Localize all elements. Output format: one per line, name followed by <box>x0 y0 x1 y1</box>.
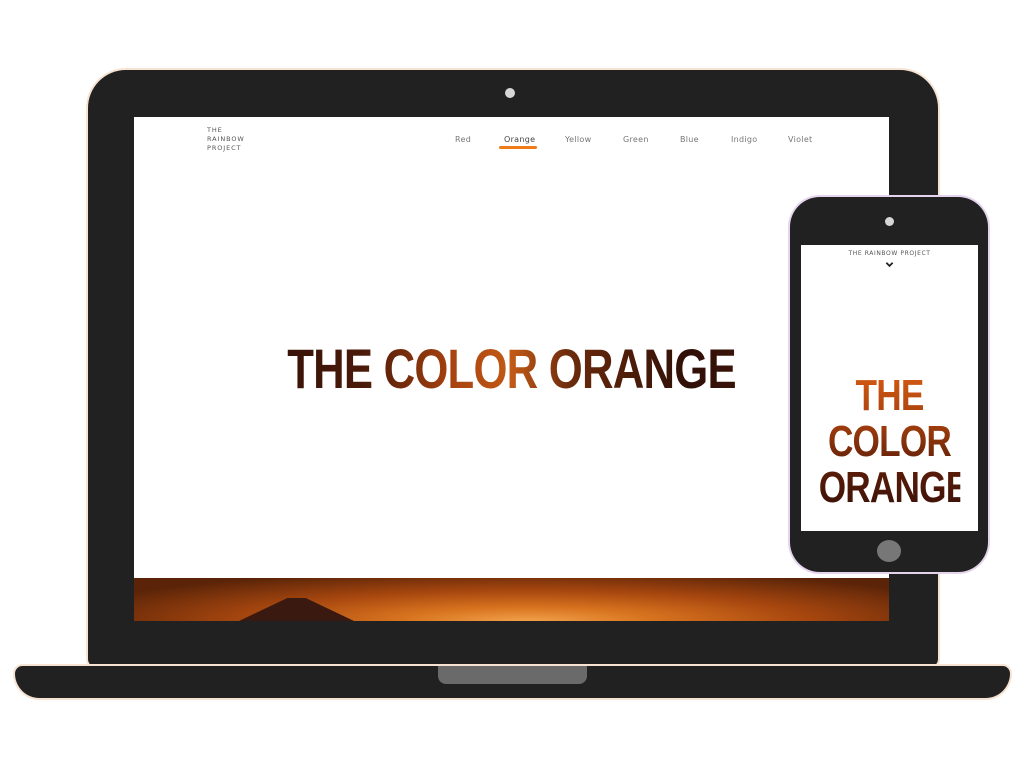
main-nav: Red Orange Yellow Green Blue Indigo Viol… <box>434 135 834 149</box>
nav-item-orange[interactable]: Orange <box>504 135 535 144</box>
laptop-screen: THE RAINBOW PROJECT Red Orange Yellow Gr… <box>134 117 889 621</box>
site-logo-line-3: PROJECT <box>207 144 242 152</box>
phone-hero-title-line-2: ORANGE <box>818 463 969 512</box>
phone-camera <box>885 217 894 226</box>
nav-item-violet[interactable]: Violet <box>788 135 813 144</box>
phone-screen: THE RAINBOW PROJECT THE COLOR ORANGE <box>801 245 978 531</box>
nav-item-yellow[interactable]: Yellow <box>565 135 591 144</box>
phone-hero-title: THE COLOR ORANGE <box>819 373 961 511</box>
hero-title: THE COLOR ORANGE <box>217 339 806 399</box>
nav-item-indigo[interactable]: Indigo <box>731 135 758 144</box>
phone-site-logo[interactable]: THE RAINBOW PROJECT <box>801 250 978 257</box>
site-logo-line-1: THE <box>207 126 223 134</box>
site-logo[interactable]: THE RAINBOW PROJECT <box>207 126 267 153</box>
nav-item-green[interactable]: Green <box>623 135 649 144</box>
nav-item-blue[interactable]: Blue <box>680 135 699 144</box>
laptop-notch <box>438 666 587 684</box>
hero-sunset-image <box>134 578 889 621</box>
site-logo-line-2: RAINBOW <box>207 135 245 143</box>
laptop-camera <box>505 88 515 98</box>
nav-item-red[interactable]: Red <box>455 135 471 144</box>
nav-active-indicator <box>499 146 537 149</box>
phone-hero-title-line-1: THE COLOR <box>827 371 952 466</box>
chevron-down-icon[interactable] <box>885 260 894 269</box>
phone-home-button[interactable] <box>877 540 901 562</box>
